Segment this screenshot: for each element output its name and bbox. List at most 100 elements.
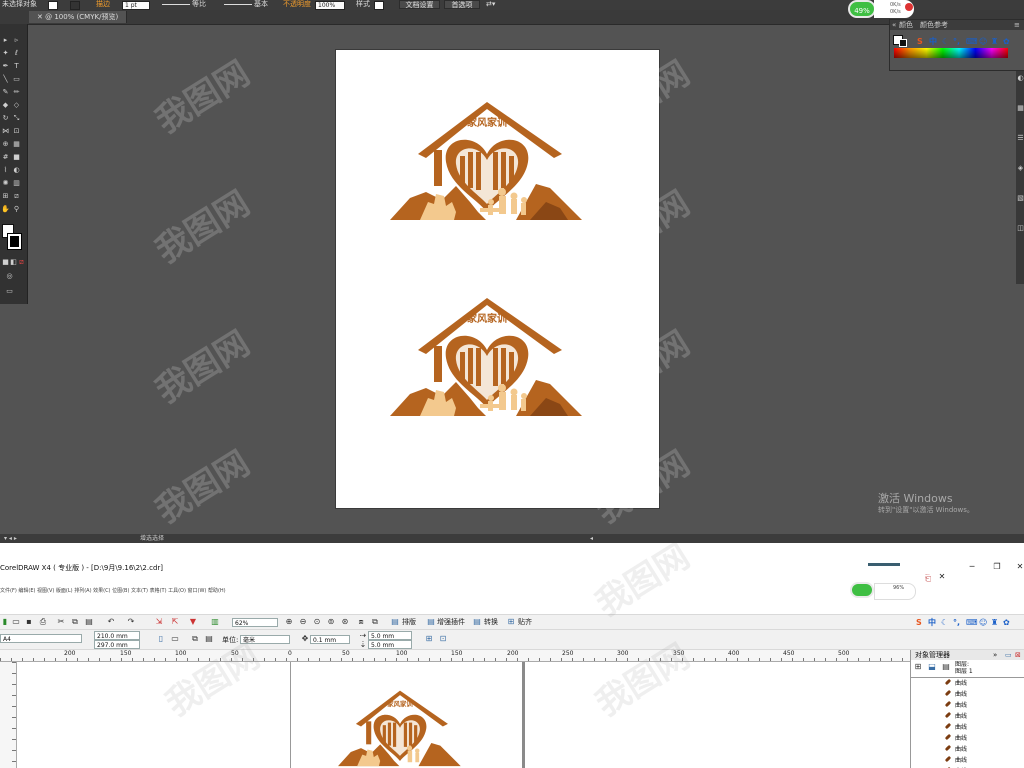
artboard-tool-icon[interactable]: ⊞ [1, 192, 10, 201]
copy-icon[interactable]: ⧉ [70, 617, 80, 627]
layout-icon[interactable]: ▤ [390, 617, 400, 627]
tree-item[interactable]: 曲线 [944, 689, 967, 700]
stroke-weight-field[interactable]: 1 pt [122, 1, 150, 10]
close-icon[interactable]: ✕ [1012, 561, 1024, 573]
import-icon[interactable]: ⇲ [154, 617, 164, 627]
current-page-icon[interactable]: ▤ [204, 634, 214, 644]
print-icon[interactable]: ⎙ [38, 617, 48, 627]
snap-button[interactable]: 贴齐 [518, 617, 532, 627]
ime-user-icon[interactable]: ☺ [979, 37, 987, 46]
magic-wand-tool-icon[interactable]: ✦ [1, 49, 10, 58]
panel-collapse-icon[interactable]: « [892, 20, 896, 30]
layout-button[interactable]: 排版 [402, 617, 416, 627]
width-tool-icon[interactable]: ⋈ [1, 127, 10, 136]
status-zoom-field[interactable]: ▾ ◂ ▸ [4, 534, 17, 543]
drawing-canvas[interactable] [17, 662, 910, 768]
nudge-field[interactable]: 0.1 mm [310, 635, 350, 644]
open-icon[interactable]: ▭ [11, 617, 21, 627]
performance-badge[interactable]: 49% [848, 0, 876, 18]
convert-button[interactable]: 转换 [484, 617, 498, 627]
duplicate-y-field[interactable]: 5.0 mm [368, 640, 412, 649]
zoom-selected-icon[interactable]: ⊙ [312, 617, 322, 627]
undo-icon[interactable]: ↶ [106, 617, 116, 627]
dock-icon-7[interactable]: ◫ [1016, 224, 1024, 233]
show-properties-icon[interactable]: ⊞ [913, 662, 923, 672]
ime-punct-icon-2[interactable]: °, [953, 618, 960, 627]
layer-manager-icon[interactable]: ▤ [941, 662, 951, 672]
panel-stroke-swatch[interactable] [899, 39, 907, 47]
opacity-field[interactable]: 100% [315, 1, 345, 10]
paintbrush-tool-icon[interactable]: ✎ [1, 88, 10, 97]
free-transform-tool-icon[interactable]: ⊡ [12, 127, 21, 136]
type-tool-icon[interactable]: T [12, 62, 21, 71]
ime-punct-icon[interactable]: °, [953, 37, 960, 46]
none-mode-icon[interactable]: ⧄ [17, 258, 26, 267]
ime-keyboard-icon-2[interactable]: ⌨ [966, 618, 978, 627]
panel-expand-icon[interactable]: » [993, 650, 997, 660]
dock-icon-5[interactable]: ◈ [1016, 164, 1024, 173]
gradient-tool-icon[interactable]: ■ [12, 153, 21, 162]
eraser-tool-icon[interactable]: ◇ [12, 101, 21, 110]
ime-shirt-icon-2[interactable]: ♜ [991, 618, 998, 627]
unit-select[interactable]: 毫米 [240, 635, 290, 644]
pencil-tool-icon[interactable]: ✏ [12, 88, 21, 97]
pen-tool-icon[interactable]: ✒ [1, 62, 10, 71]
ime-chinese[interactable]: 中 [929, 37, 937, 46]
paper-width-field[interactable]: 210.0 mm [94, 631, 140, 640]
restore-icon[interactable]: ❐ [989, 561, 1005, 573]
document-tab[interactable]: ✕ @ 100% (CMYK/预览) [29, 11, 128, 23]
ime-logo-icon-2[interactable]: S [916, 618, 922, 627]
slice-tool-icon[interactable]: ⧄ [12, 192, 21, 201]
ime-chinese-2[interactable]: 中 [928, 618, 936, 627]
ime-user-icon-2[interactable]: ☺ [979, 618, 987, 627]
tree-item[interactable]: 曲线 [944, 722, 967, 733]
artboard[interactable]: 家风家训 家风家训 [335, 49, 660, 509]
zoom-in-icon[interactable]: ⊕ [284, 617, 294, 627]
zoom-page-icon[interactable]: ⊛ [340, 617, 350, 627]
set-default-icon[interactable]: ⊡ [438, 634, 448, 644]
hand-tool-icon[interactable]: ✋ [1, 205, 10, 214]
zoom-all-icon[interactable]: ⊚ [326, 617, 336, 627]
eyedropper-tool-icon[interactable]: ⌇ [1, 166, 10, 175]
portrait-icon[interactable]: ▯ [156, 634, 166, 644]
tree-item[interactable]: 曲线 [944, 733, 967, 744]
direct-selection-tool-icon[interactable]: ▹ [12, 36, 21, 45]
cut-icon[interactable]: ✂ [56, 617, 66, 627]
tab-color[interactable]: 颜色 [899, 20, 913, 30]
fill-swatch[interactable] [48, 1, 58, 10]
minimize-icon[interactable]: ─ [964, 561, 980, 573]
ime-keyboard-icon[interactable]: ⌨ [966, 37, 978, 46]
line-tool-icon[interactable]: ╲ [1, 75, 10, 84]
tree-item[interactable]: 曲线 [944, 755, 967, 766]
enhance-plugin-button[interactable]: 增强插件 [437, 617, 465, 627]
draw-mode-icon[interactable]: ◎ [5, 272, 14, 281]
new-icon[interactable]: ▮ [0, 617, 10, 627]
selection-tool-icon[interactable]: ▸ [1, 36, 10, 45]
tree-item[interactable]: 曲线 [944, 711, 967, 722]
status-scroll-icon[interactable]: ◂ [590, 534, 593, 543]
shape-builder-tool-icon[interactable]: ⊕ [1, 140, 10, 149]
doc-close-icon[interactable]: ✕ [934, 571, 950, 583]
rotate-tool-icon[interactable]: ↻ [1, 114, 10, 123]
paper-height-field[interactable]: 297.0 mm [94, 640, 140, 649]
dock-icon-4[interactable]: ☰ [1016, 134, 1024, 143]
save-icon[interactable]: ▪ [24, 617, 34, 627]
rectangle-tool-icon[interactable]: ▭ [12, 75, 21, 84]
tree-item[interactable]: 曲线 [944, 678, 967, 689]
menu-bar[interactable]: 文件(F) 编辑(E) 视图(V) 版面(L) 排列(A) 效果(C) 位图(B… [0, 587, 500, 593]
convert-icon[interactable]: ▤ [472, 617, 482, 627]
stroke-swatch[interactable] [70, 1, 80, 10]
ime-moon-icon[interactable]: ☾ [942, 37, 949, 46]
arrange-icon[interactable]: ⇄▾ [486, 0, 495, 9]
scale-tool-icon[interactable]: ⤡ [12, 114, 21, 123]
zoom-width-icon[interactable]: ⧈ [356, 617, 366, 627]
treat-as-filled-icon[interactable]: ⊞ [424, 634, 434, 644]
zoom-height-icon[interactable]: ⧉ [370, 617, 380, 627]
family-motto-artwork-1[interactable]: 家风家训 [390, 102, 584, 222]
zoom-out-icon[interactable]: ⊖ [298, 617, 308, 627]
panel-close-icon[interactable]: ⊠ [1015, 650, 1021, 660]
zoom-select[interactable]: 62% [232, 618, 278, 627]
launcher-icon[interactable]: ▼ [188, 617, 198, 627]
tab-color-guide[interactable]: 颜色参考 [920, 20, 948, 30]
ime-settings-icon-2[interactable]: ✿ [1003, 618, 1010, 627]
